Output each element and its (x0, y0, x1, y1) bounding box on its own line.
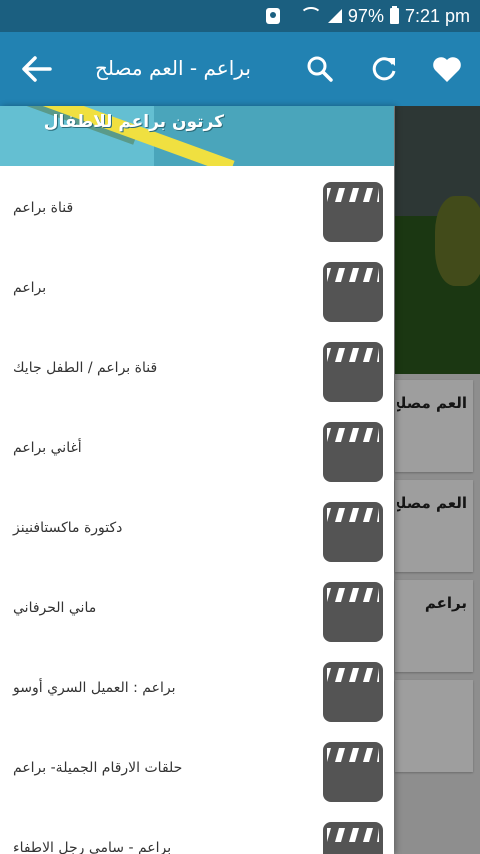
drawer-menu-item[interactable]: قناة براعم (0, 166, 394, 246)
drawer-menu-item-label: براعم - سامي رجل الاطفاء (13, 840, 172, 854)
drawer-menu-item[interactable]: دكتورة ماكستافنينز (0, 486, 394, 566)
drawer-menu-item[interactable]: براعم : العميل السري أوسو (0, 646, 394, 726)
clapperboard-icon (323, 662, 383, 722)
heart-icon[interactable] (430, 52, 464, 86)
drawer-menu-item-label: قناة براعم / الطفل جايك (13, 360, 158, 376)
clock: 7:21 pm (404, 5, 470, 26)
back-arrow-icon[interactable] (20, 54, 52, 84)
drawer-menu-item-label: دكتورة ماكستافنينز (13, 520, 123, 536)
clapperboard-icon (323, 742, 383, 802)
page-title: براعم - العم مصلح (95, 56, 251, 80)
drawer-menu-item[interactable]: أغاني براعم (0, 406, 394, 486)
battery-percent: 97% (347, 5, 384, 26)
drawer-menu-item[interactable]: براعم - سامي رجل الاطفاء (0, 806, 394, 854)
drawer-menu-item-label: ماني الحرفاني (13, 600, 97, 616)
clapperboard-icon (323, 342, 383, 402)
drawer-menu: قناة براعم براعم قناة براعم / الطفل جايك… (0, 166, 394, 854)
drawer-menu-item-label: براعم : العميل السري أوسو (13, 680, 176, 696)
search-icon[interactable] (303, 52, 337, 86)
signal-icon (327, 9, 342, 23)
clapperboard-icon (323, 262, 383, 322)
wifi-icon (299, 7, 322, 25)
drawer-header: كرتون براعم للاطفال (0, 106, 394, 166)
drawer-menu-item-label: أغاني براعم (13, 440, 82, 456)
app-bar: براعم - العم مصلح (0, 32, 480, 106)
drawer-menu-item-label: براعم (13, 280, 47, 296)
drawer-menu-item[interactable]: ماني الحرفاني (0, 566, 394, 646)
navigation-drawer: كرتون براعم للاطفال قناة براعم براعم قنا… (0, 106, 394, 854)
clapperboard-icon (323, 422, 383, 482)
status-bar: 97% 7:21 pm (0, 0, 480, 32)
drawer-menu-item[interactable]: قناة براعم / الطفل جايك (0, 326, 394, 406)
drawer-menu-item-label: حلقات الارقام الجميلة- براعم (13, 760, 183, 776)
battery-icon (389, 6, 399, 24)
clapperboard-icon (323, 182, 383, 242)
drawer-header-title: كرتون براعم للاطفال (43, 112, 224, 132)
drawer-menu-item-label: قناة براعم (13, 200, 74, 216)
clapperboard-icon (323, 822, 383, 854)
drawer-menu-item[interactable]: حلقات الارقام الجميلة- براعم (0, 726, 394, 806)
notification-icon (265, 8, 280, 24)
refresh-icon[interactable] (367, 52, 401, 86)
drawer-menu-item[interactable]: براعم (0, 246, 394, 326)
clapperboard-icon (323, 502, 383, 562)
clapperboard-icon (323, 582, 383, 642)
